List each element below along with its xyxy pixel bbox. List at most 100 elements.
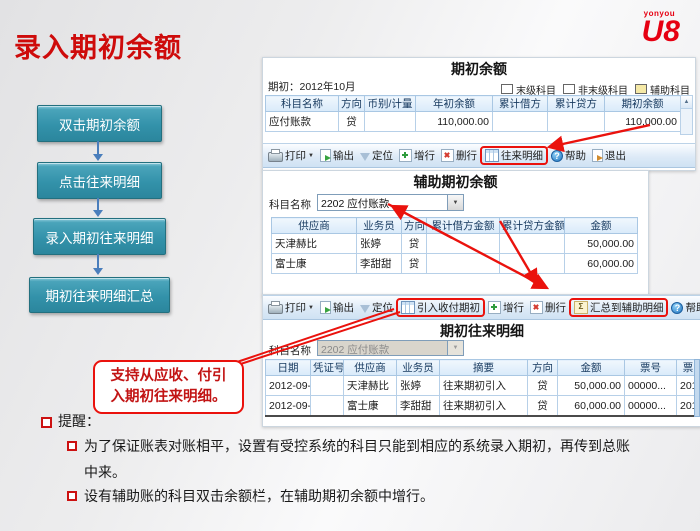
summarize-to-auxiliary-button[interactable]: Σ汇总到辅助明细 xyxy=(569,298,669,317)
window-title: 期初余额 xyxy=(263,59,695,79)
cell-summary[interactable]: 往来期初引入 xyxy=(440,396,528,417)
yonyou-u8-logo: yonyou U8 xyxy=(642,10,680,47)
column-header: 累计借方 xyxy=(493,96,548,112)
button-label: 删行 xyxy=(456,148,477,163)
vertical-scrollbar[interactable]: ▲ xyxy=(680,95,693,135)
locate-button[interactable]: 定位 xyxy=(357,146,396,165)
auxiliary-balance-window: 辅助期初余额 科目名称 2202 应付账款 ▼ 供应商 业务员 方向 累计借方金… xyxy=(262,170,649,296)
bullet-square-icon xyxy=(67,441,77,451)
button-label: 退出 xyxy=(605,148,626,163)
column-header: 方向 xyxy=(339,96,365,112)
cell-amount[interactable]: 60,000.00 xyxy=(565,254,638,274)
delete-row-button[interactable]: 删行 xyxy=(527,298,569,317)
table-header-row: 供应商 业务员 方向 累计借方金额 累计贷方金额 金额 xyxy=(272,218,638,234)
column-header: 摘要 xyxy=(440,360,528,376)
cell-voucher-no[interactable] xyxy=(311,396,344,417)
transaction-detail-table: 日期 凭证号 供应商 业务员 摘要 方向 金额 票号 票 2012-09-30 … xyxy=(265,359,700,417)
cell-year-begin-balance[interactable]: 110,000.00 xyxy=(416,112,493,132)
chevron-down-icon[interactable]: ▼ xyxy=(447,195,463,210)
delete-row-button[interactable]: 删行 xyxy=(438,146,480,165)
print-icon xyxy=(268,152,283,162)
cell-date[interactable]: 2012-09-30 xyxy=(266,396,311,417)
cell-bill-no[interactable]: 00000... xyxy=(625,396,677,417)
table-row[interactable]: 2012-09-30 天津赫比 张婷 往来期初引入 贷 50,000.00 00… xyxy=(266,376,700,396)
export-button[interactable]: 输出 xyxy=(317,146,357,165)
button-label: 汇总到辅助明细 xyxy=(590,300,664,315)
cell-subject[interactable]: 应付账款 xyxy=(266,112,339,132)
delete-row-icon xyxy=(530,301,543,314)
cell-bill-no[interactable]: 00000... xyxy=(625,376,677,396)
transaction-detail-button[interactable]: 往来明细 xyxy=(480,146,548,165)
chevron-down-icon: ▼ xyxy=(447,341,463,355)
print-button[interactable]: 打印▼ xyxy=(265,298,317,317)
cell-supplier[interactable]: 富士康 xyxy=(344,396,397,417)
help-button[interactable]: ?帮助 xyxy=(548,146,589,165)
vertical-scrollbar[interactable] xyxy=(694,359,700,417)
table-row[interactable]: 2012-09-30 富士康 李甜甜 往来期初引入 贷 60,000.00 00… xyxy=(266,396,700,417)
callout-note: 支持从应收、付引 入期初往来明细。 xyxy=(93,360,244,414)
cell-accum-credit[interactable] xyxy=(548,112,605,132)
white-square-icon xyxy=(501,84,513,94)
add-row-icon xyxy=(399,149,412,162)
cell-supplier[interactable]: 天津赫比 xyxy=(344,376,397,396)
cell-currency[interactable] xyxy=(365,112,416,132)
initial-balance-toolbar: 打印▼ 输出 定位 增行 删行 往来明细 ?帮助 退出 xyxy=(263,143,695,168)
reminder-item-continued: 中来。 xyxy=(84,462,126,482)
cell-accum-credit[interactable] xyxy=(500,254,565,274)
callout-text: 支持从应收、付引 xyxy=(111,366,227,387)
column-header: 币别/计量 xyxy=(365,96,416,112)
cell-voucher-no[interactable] xyxy=(311,376,344,396)
page-title: 录入期初余额 xyxy=(14,26,182,65)
help-icon: ? xyxy=(671,302,683,314)
subject-select-value: 2202 应付账款 xyxy=(318,195,447,210)
table-row[interactable]: 富士康 李甜甜 贷 60,000.00 xyxy=(272,254,638,274)
scroll-up-icon[interactable]: ▲ xyxy=(681,96,692,109)
add-row-button[interactable]: 增行 xyxy=(485,298,527,317)
export-icon xyxy=(320,149,331,162)
cell-amount[interactable]: 60,000.00 xyxy=(558,396,625,417)
add-row-button[interactable]: 增行 xyxy=(396,146,438,165)
cell-initial-balance[interactable]: 110,000.00 xyxy=(605,112,681,132)
add-row-icon xyxy=(488,301,501,314)
button-label: 定位 xyxy=(372,300,393,315)
cell-direction[interactable]: 贷 xyxy=(339,112,365,132)
cell-date[interactable]: 2012-09-30 xyxy=(266,376,311,396)
table-header-row: 日期 凭证号 供应商 业务员 摘要 方向 金额 票号 票 xyxy=(266,360,700,376)
subject-select[interactable]: 2202 应付账款 ▼ xyxy=(317,194,464,211)
cell-direction[interactable]: 贷 xyxy=(528,376,558,396)
export-button[interactable]: 输出 xyxy=(317,298,357,317)
exit-button[interactable]: 退出 xyxy=(589,146,629,165)
funnel-icon xyxy=(360,305,370,313)
cell-supplier[interactable]: 富士康 xyxy=(272,254,357,274)
cell-direction[interactable]: 贷 xyxy=(402,234,427,254)
column-header: 累计贷方金额 xyxy=(500,218,565,234)
import-receivable-payable-button[interactable]: 引入收付期初 xyxy=(396,298,485,317)
button-label: 打印 xyxy=(285,300,306,315)
cell-salesperson[interactable]: 张婷 xyxy=(397,376,440,396)
cell-supplier[interactable]: 天津赫比 xyxy=(272,234,357,254)
column-header: 科目名称 xyxy=(266,96,339,112)
cell-summary[interactable]: 往来期初引入 xyxy=(440,376,528,396)
column-header: 供应商 xyxy=(272,218,357,234)
cell-accum-debit[interactable] xyxy=(427,254,500,274)
cell-accum-debit[interactable] xyxy=(427,234,500,254)
column-header: 累计贷方 xyxy=(548,96,605,112)
table-row[interactable]: 天津赫比 张婷 贷 50,000.00 xyxy=(272,234,638,254)
table-row[interactable]: 应付账款 贷 110,000.00 110,000.00 xyxy=(266,112,681,132)
cell-amount[interactable]: 50,000.00 xyxy=(558,376,625,396)
cell-salesperson[interactable]: 张婷 xyxy=(357,234,402,254)
help-icon: ? xyxy=(551,150,563,162)
table-header-row: 科目名称 方向 币别/计量 年初余额 累计借方 累计贷方 期初余额 xyxy=(266,96,681,112)
cell-accum-debit[interactable] xyxy=(493,112,548,132)
cell-salesperson[interactable]: 李甜甜 xyxy=(357,254,402,274)
cell-accum-credit[interactable] xyxy=(500,234,565,254)
cell-direction[interactable]: 贷 xyxy=(402,254,427,274)
sigma-icon: Σ xyxy=(574,301,588,314)
help-button[interactable]: ?帮助 xyxy=(668,298,700,317)
cell-direction[interactable]: 贷 xyxy=(528,396,558,417)
cell-amount[interactable]: 50,000.00 xyxy=(565,234,638,254)
print-button[interactable]: 打印▼ xyxy=(265,146,317,165)
locate-button[interactable]: 定位 xyxy=(357,298,396,317)
column-header: 业务员 xyxy=(357,218,402,234)
cell-salesperson[interactable]: 李甜甜 xyxy=(397,396,440,417)
